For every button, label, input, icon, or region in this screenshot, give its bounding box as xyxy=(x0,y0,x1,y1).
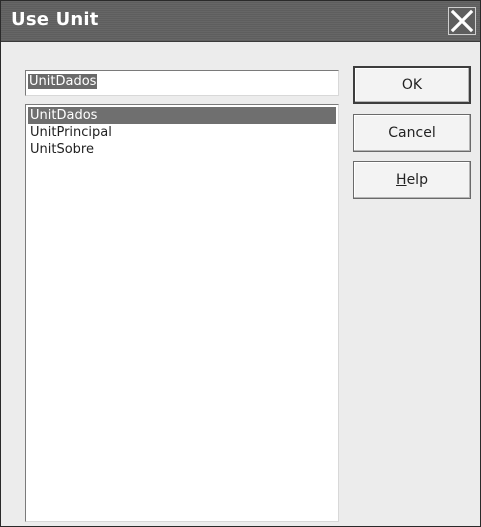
unit-name-value: UnitDados xyxy=(28,74,98,89)
list-item[interactable]: UnitPrincipal xyxy=(28,124,336,141)
unit-list[interactable]: UnitDados UnitPrincipal UnitSobre xyxy=(25,104,339,522)
help-button[interactable]: Help xyxy=(353,161,471,199)
unit-name-input[interactable]: UnitDados xyxy=(25,70,339,96)
title-bar[interactable]: Use Unit xyxy=(1,1,480,42)
dialog-body: UnitDados UnitDados UnitPrincipal UnitSo… xyxy=(1,42,480,526)
close-button[interactable] xyxy=(448,7,476,35)
close-icon xyxy=(450,9,474,33)
help-label: elp xyxy=(406,172,428,188)
cancel-button[interactable]: Cancel xyxy=(353,114,471,152)
list-item[interactable]: UnitSobre xyxy=(28,141,336,158)
list-item[interactable]: UnitDados xyxy=(28,107,336,124)
help-mnemonic: H xyxy=(396,172,407,188)
ok-button[interactable]: OK xyxy=(353,66,471,104)
window-title: Use Unit xyxy=(11,9,99,30)
use-unit-dialog: Use Unit UnitDados UnitDados UnitPrincip… xyxy=(0,0,481,527)
